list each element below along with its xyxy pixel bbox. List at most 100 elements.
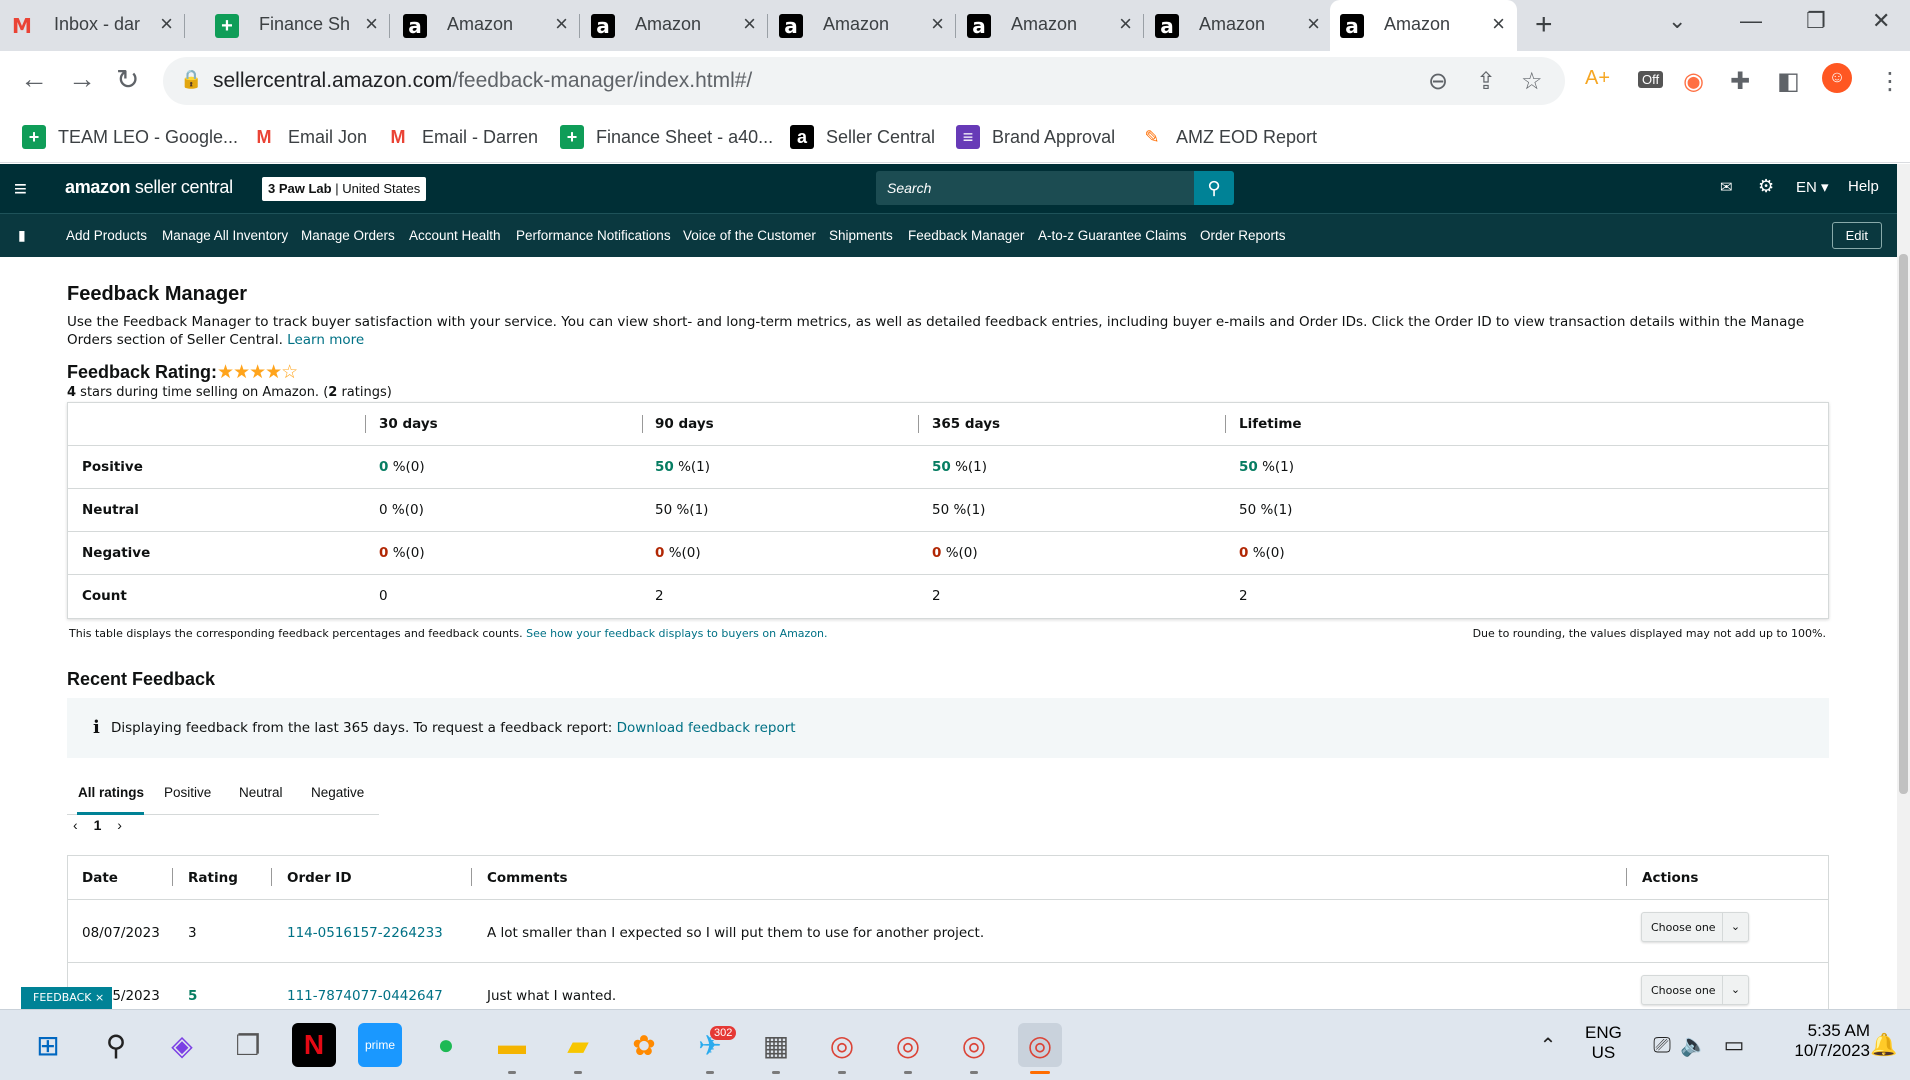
download-report-link[interactable]: Download feedback report bbox=[617, 720, 796, 736]
browser-tab-active[interactable]: a Amazon × bbox=[1330, 0, 1517, 51]
restore-icon[interactable]: ❐ bbox=[1806, 8, 1826, 34]
column-header[interactable]: Date bbox=[82, 870, 118, 886]
bookmark-item[interactable]: + Finance Sheet - a40... bbox=[560, 125, 773, 149]
task-view-icon[interactable]: ❐ bbox=[226, 1023, 270, 1067]
feedback-display-link[interactable]: See how your feedback displays to buyers… bbox=[526, 627, 827, 640]
netflix-icon[interactable]: N bbox=[292, 1023, 336, 1067]
action-dropdown[interactable]: Choose one ⌄ bbox=[1641, 912, 1749, 942]
page-number[interactable]: 1 bbox=[94, 817, 102, 833]
clock[interactable]: 5:35 AM 10/7/2023 bbox=[1760, 1021, 1870, 1061]
browser-tab[interactable]: a Amazon × bbox=[581, 0, 768, 51]
minimize-icon[interactable]: — bbox=[1740, 8, 1762, 34]
close-icon[interactable]: × bbox=[160, 11, 173, 37]
nav-add-products[interactable]: Add Products bbox=[66, 228, 147, 243]
copilot-icon[interactable]: ◈ bbox=[160, 1023, 204, 1067]
chevron-left-icon[interactable]: ‹ bbox=[73, 817, 78, 833]
close-icon[interactable]: × bbox=[365, 11, 378, 37]
battery-icon[interactable]: ▭ bbox=[1712, 1023, 1756, 1067]
share-icon[interactable]: ⇪ bbox=[1476, 67, 1496, 96]
bookmark-item[interactable]: ≡ Brand Approval bbox=[956, 125, 1115, 149]
store-switcher[interactable]: 3 Paw Lab | United States bbox=[262, 177, 427, 201]
page-scrollbar[interactable] bbox=[1897, 164, 1910, 1009]
seller-central-logo[interactable]: amazon seller central bbox=[65, 177, 233, 198]
hamburger-menu-icon[interactable]: ≡ bbox=[14, 176, 27, 202]
prime-video-icon[interactable]: prime bbox=[358, 1023, 402, 1067]
chrome-icon[interactable]: ◎ bbox=[820, 1023, 864, 1067]
search-input[interactable]: Search ⚲ bbox=[876, 171, 1234, 205]
tab-positive[interactable]: Positive bbox=[164, 785, 211, 800]
gear-icon[interactable]: ⚙ bbox=[1758, 176, 1774, 197]
nav-manage-all-inventory[interactable]: Manage All Inventory bbox=[162, 228, 288, 243]
nav-voice-of-the-customer[interactable]: Voice of the Customer bbox=[683, 228, 816, 243]
calculator-icon[interactable]: ▦ bbox=[754, 1023, 798, 1067]
extension-icon[interactable]: ◉ bbox=[1683, 67, 1704, 96]
star-icon[interactable]: ☆ bbox=[1521, 67, 1543, 96]
column-header[interactable]: Rating bbox=[188, 870, 238, 886]
browser-tab[interactable]: a Amazon × bbox=[393, 0, 580, 51]
ascout-extension-icon[interactable]: A+ bbox=[1585, 67, 1610, 90]
off-extension-icon[interactable]: Off bbox=[1638, 71, 1664, 88]
nav-order-reports[interactable]: Order Reports bbox=[1200, 228, 1286, 243]
nav-performance-notifications[interactable]: Performance Notifications bbox=[516, 228, 671, 243]
browser-tab[interactable]: + Finance Sh × bbox=[205, 0, 390, 51]
browser-tab[interactable]: M Inbox - dar × bbox=[0, 0, 185, 51]
help-link[interactable]: Help bbox=[1848, 178, 1879, 195]
puzzle-icon[interactable]: ✚ bbox=[1730, 67, 1750, 96]
close-icon[interactable]: × bbox=[743, 11, 756, 37]
feedback-tab-button[interactable]: FEEDBACK × bbox=[21, 987, 112, 1009]
bookmark-item[interactable]: M Email Jon bbox=[252, 125, 368, 149]
chevron-right-icon[interactable]: › bbox=[117, 817, 122, 833]
order-id-link[interactable]: 114-0516157-2264233 bbox=[287, 925, 443, 941]
sticky-notes-icon[interactable]: ▰ bbox=[556, 1023, 600, 1067]
forward-icon[interactable]: → bbox=[68, 63, 96, 95]
bookmark-item[interactable]: + TEAM LEO - Google... bbox=[22, 125, 238, 149]
nav-manage-orders[interactable]: Manage Orders bbox=[301, 228, 395, 243]
order-id-link[interactable]: 111-7874077-0442647 bbox=[287, 988, 443, 1004]
nav-account-health[interactable]: Account Health bbox=[409, 228, 501, 243]
browser-tab[interactable]: a Amazon × bbox=[957, 0, 1144, 51]
bookmark-item[interactable]: a Seller Central bbox=[790, 125, 935, 149]
volume-icon[interactable]: 🔈 bbox=[1672, 1023, 1716, 1067]
language-selector[interactable]: EN ▾ bbox=[1796, 178, 1829, 196]
close-icon[interactable]: × bbox=[555, 11, 568, 37]
notification-bell-icon[interactable]: 🔔 bbox=[1862, 1023, 1906, 1067]
spotify-icon[interactable]: ● bbox=[424, 1023, 468, 1067]
chevron-up-icon[interactable]: ⌃ bbox=[1526, 1023, 1570, 1067]
nav-shipments[interactable]: Shipments bbox=[829, 228, 893, 243]
learn-more-link[interactable]: Learn more bbox=[287, 332, 364, 348]
search-icon[interactable]: ⚲ bbox=[1194, 171, 1234, 205]
search-icon[interactable]: ⚲ bbox=[94, 1023, 138, 1067]
menu-icon[interactable]: ⋮ bbox=[1878, 67, 1902, 96]
close-icon[interactable]: × bbox=[931, 11, 944, 37]
close-icon[interactable]: × bbox=[1307, 11, 1320, 37]
windows-start-icon[interactable]: ⊞ bbox=[26, 1023, 70, 1067]
tab-neutral[interactable]: Neutral bbox=[239, 785, 283, 800]
paint-icon[interactable]: ✿ bbox=[622, 1023, 666, 1067]
bookmark-item[interactable]: ✎ AMZ EOD Report bbox=[1140, 125, 1317, 149]
zoom-icon[interactable]: ⊖ bbox=[1428, 67, 1448, 96]
close-icon[interactable]: × bbox=[95, 991, 104, 1004]
new-tab-icon[interactable]: + bbox=[1535, 8, 1553, 42]
nav-a-to-z-claims[interactable]: A-to-z Guarantee Claims bbox=[1038, 228, 1187, 243]
bookmark-item[interactable]: M Email - Darren bbox=[386, 125, 539, 149]
chrome-icon[interactable]: ◎ bbox=[886, 1023, 930, 1067]
sidepanel-icon[interactable]: ◧ bbox=[1777, 67, 1800, 96]
reload-icon[interactable]: ↻ bbox=[116, 63, 139, 96]
close-icon[interactable]: × bbox=[1492, 11, 1505, 37]
chrome-icon[interactable]: ◎ bbox=[952, 1023, 996, 1067]
tab-negative[interactable]: Negative bbox=[311, 785, 364, 800]
browser-tab[interactable]: a Amazon × bbox=[1145, 0, 1332, 51]
back-icon[interactable]: ← bbox=[20, 63, 48, 95]
tab-all-ratings[interactable]: All ratings bbox=[78, 785, 144, 800]
edit-nav-button[interactable]: Edit bbox=[1831, 222, 1882, 249]
profile-avatar[interactable]: ☺ bbox=[1822, 63, 1852, 93]
browser-tab[interactable]: a Amazon × bbox=[769, 0, 956, 51]
column-header[interactable]: Order ID bbox=[287, 870, 352, 886]
input-language[interactable]: ENG US bbox=[1585, 1023, 1622, 1063]
nav-feedback-manager[interactable]: Feedback Manager bbox=[908, 228, 1024, 243]
mail-icon[interactable]: ✉ bbox=[1720, 178, 1733, 196]
action-dropdown[interactable]: Choose one ⌄ bbox=[1641, 975, 1749, 1005]
file-explorer-icon[interactable]: ▬ bbox=[490, 1023, 534, 1067]
bookmark-icon[interactable]: ▮ bbox=[18, 227, 26, 244]
url-input[interactable]: 🔒 sellercentral.amazon.com/feedback-mana… bbox=[163, 57, 1565, 105]
